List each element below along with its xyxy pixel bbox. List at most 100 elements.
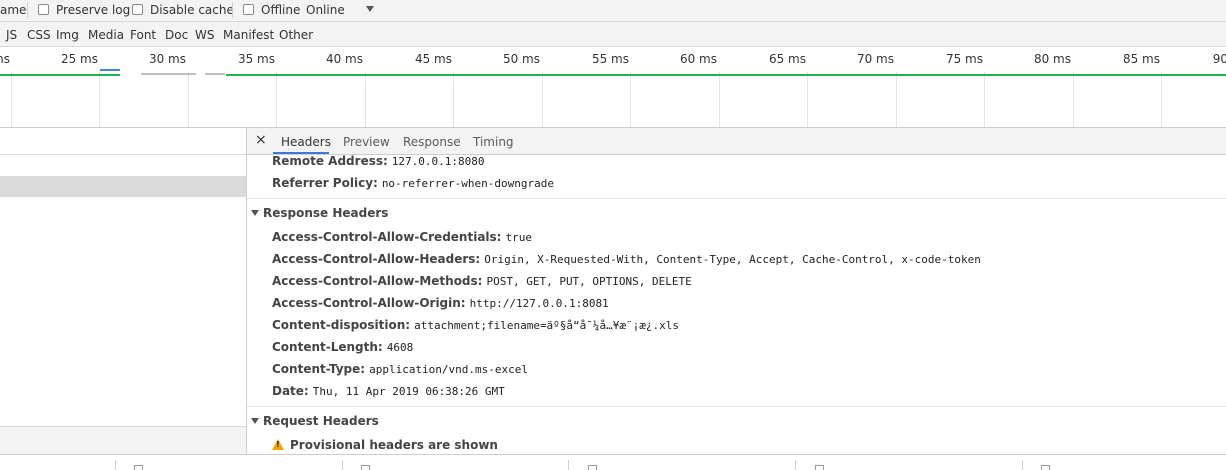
network-toolbar: ame Preserve log Disable cache Offline O… xyxy=(0,0,1226,22)
tab-timing[interactable]: Timing xyxy=(473,134,514,150)
header-key: Content-Length: xyxy=(272,340,383,354)
name-fragment: ame xyxy=(0,3,27,17)
header-row: Content-Length: 4608 xyxy=(272,340,413,355)
header-key: Content-Type: xyxy=(272,362,366,376)
timeline-tick: 60 ms xyxy=(679,52,717,66)
request-list-header xyxy=(0,128,246,155)
toolbar-divider xyxy=(27,2,28,18)
column-divider xyxy=(115,460,116,470)
grid-line xyxy=(896,72,897,127)
filter-font[interactable]: Font xyxy=(130,27,156,43)
header-value: Origin, X-Requested-With, Content-Type, … xyxy=(484,253,981,266)
response-headers-toggle[interactable]: Response Headers xyxy=(251,206,388,220)
checkbox-icon[interactable] xyxy=(38,4,49,15)
request-list-footer xyxy=(0,426,246,454)
offline-checkbox[interactable]: Offline xyxy=(243,2,300,18)
header-key: Access-Control-Allow-Credentials: xyxy=(272,230,502,244)
request-headers-title: Request Headers xyxy=(263,414,379,428)
section-divider xyxy=(247,406,1226,407)
header-row: Remote Address: 127.0.0.1:8080 xyxy=(272,154,485,169)
column-divider xyxy=(795,460,796,470)
grid-line xyxy=(719,72,720,127)
grid-line xyxy=(11,72,12,127)
filter-doc[interactable]: Doc xyxy=(165,27,188,43)
disable-cache-checkbox[interactable]: Disable cache xyxy=(132,2,234,18)
resource-type-filters: JS CSS Img Media Font Doc WS Manifest Ot… xyxy=(0,22,1226,47)
column-divider xyxy=(568,460,569,470)
disable-cache-label: Disable cache xyxy=(150,3,234,17)
header-key: Referrer Policy: xyxy=(272,176,378,190)
timeline-load-bar xyxy=(226,74,1226,76)
throttle-select[interactable]: Online xyxy=(306,2,345,18)
toolbar-divider xyxy=(232,2,233,18)
header-row: Access-Control-Allow-Methods: POST, GET, … xyxy=(272,274,692,289)
grid-line xyxy=(542,72,543,127)
header-value: 4608 xyxy=(386,341,414,354)
grid-line xyxy=(1161,72,1162,127)
timeline-load-bar xyxy=(0,74,120,76)
header-value: true xyxy=(505,231,532,244)
triangle-down-icon xyxy=(251,210,259,216)
header-row: Content-Type: application/vnd.ms-excel xyxy=(272,362,528,377)
timeline-tick: 70 ms xyxy=(856,52,894,66)
timeline-tick: 90 xyxy=(1212,52,1226,66)
header-value: no-referrer-when-downgrade xyxy=(381,177,554,190)
grid-line xyxy=(276,72,277,127)
header-value: application/vnd.ms-excel xyxy=(369,363,529,376)
column-divider xyxy=(1022,460,1023,470)
header-row: Access-Control-Allow-Headers: Origin, X-R… xyxy=(272,252,981,267)
grid-line xyxy=(1073,72,1074,127)
timeline-tick: 80 ms xyxy=(1033,52,1071,66)
tab-preview[interactable]: Preview xyxy=(343,134,390,150)
header-value: attachment;filename=äº§å“å¯¼å…¥æ¨¡æ¿.xls xyxy=(414,319,680,332)
filter-other[interactable]: Other xyxy=(279,27,313,43)
checkbox-icon[interactable] xyxy=(132,4,143,15)
grid-line xyxy=(453,72,454,127)
chevron-down-icon[interactable] xyxy=(366,6,374,12)
filter-media[interactable]: Media xyxy=(88,27,124,43)
header-value: Thu, 11 Apr 2019 06:38:26 GMT xyxy=(312,385,505,398)
header-key: Access-Control-Allow-Origin: xyxy=(272,296,466,310)
grid-line xyxy=(984,72,985,127)
tab-response[interactable]: Response xyxy=(403,134,461,150)
timeline-tick: 55 ms xyxy=(591,52,629,66)
detail-tabs: × Headers Preview Response Timing xyxy=(247,128,1226,155)
timeline-tick: 25 ms xyxy=(60,52,98,66)
request-detail-pane: × Headers Preview Response Timing Remote… xyxy=(247,128,1226,454)
header-row: Referrer Policy: no-referrer-when-downgra… xyxy=(272,176,554,191)
filter-js[interactable]: JS xyxy=(6,27,17,43)
header-row: Content-disposition: attachment;filename=… xyxy=(272,318,679,333)
timeline-tick: 85 ms xyxy=(1122,52,1160,66)
filter-manifest[interactable]: Manifest xyxy=(223,27,274,43)
bottom-strip xyxy=(0,454,1226,470)
request-headers-toggle[interactable]: Request Headers xyxy=(251,414,379,428)
preserve-log-checkbox[interactable]: Preserve log xyxy=(38,2,130,18)
tab-headers[interactable]: Headers xyxy=(281,134,331,150)
timeline-tick: 35 ms xyxy=(237,52,275,66)
column-marker xyxy=(134,465,143,470)
filter-img[interactable]: Img xyxy=(56,27,79,43)
checkbox-icon[interactable] xyxy=(243,4,254,15)
close-icon[interactable]: × xyxy=(255,133,267,147)
provisional-warning: Provisional headers are shown xyxy=(272,438,498,452)
column-marker xyxy=(815,465,824,470)
header-row: Access-Control-Allow-Origin: http://127.0… xyxy=(272,296,609,311)
grid-line xyxy=(99,72,100,127)
column-marker xyxy=(361,465,370,470)
filter-ws[interactable]: WS xyxy=(195,27,214,43)
header-value: http://127.0.0.1:8081 xyxy=(469,297,609,310)
timeline-overview[interactable]: ms 25 ms 30 ms 35 ms 40 ms 45 ms 50 ms 5… xyxy=(0,47,1226,128)
grid-line xyxy=(807,72,808,127)
header-key: Remote Address: xyxy=(272,154,388,168)
timeline-tick: 30 ms xyxy=(148,52,186,66)
selected-request-row[interactable] xyxy=(0,176,246,197)
provisional-warning-text: Provisional headers are shown xyxy=(290,438,498,452)
timeline-tick: 40 ms xyxy=(325,52,363,66)
timeline-tick: ms xyxy=(0,52,10,66)
column-divider xyxy=(342,460,343,470)
filter-css[interactable]: CSS xyxy=(27,27,51,43)
header-key: Access-Control-Allow-Headers: xyxy=(272,252,481,266)
header-key: Date: xyxy=(272,384,309,398)
header-value: POST, GET, PUT, OPTIONS, DELETE xyxy=(486,275,692,288)
timeline-request-bar xyxy=(141,73,196,75)
